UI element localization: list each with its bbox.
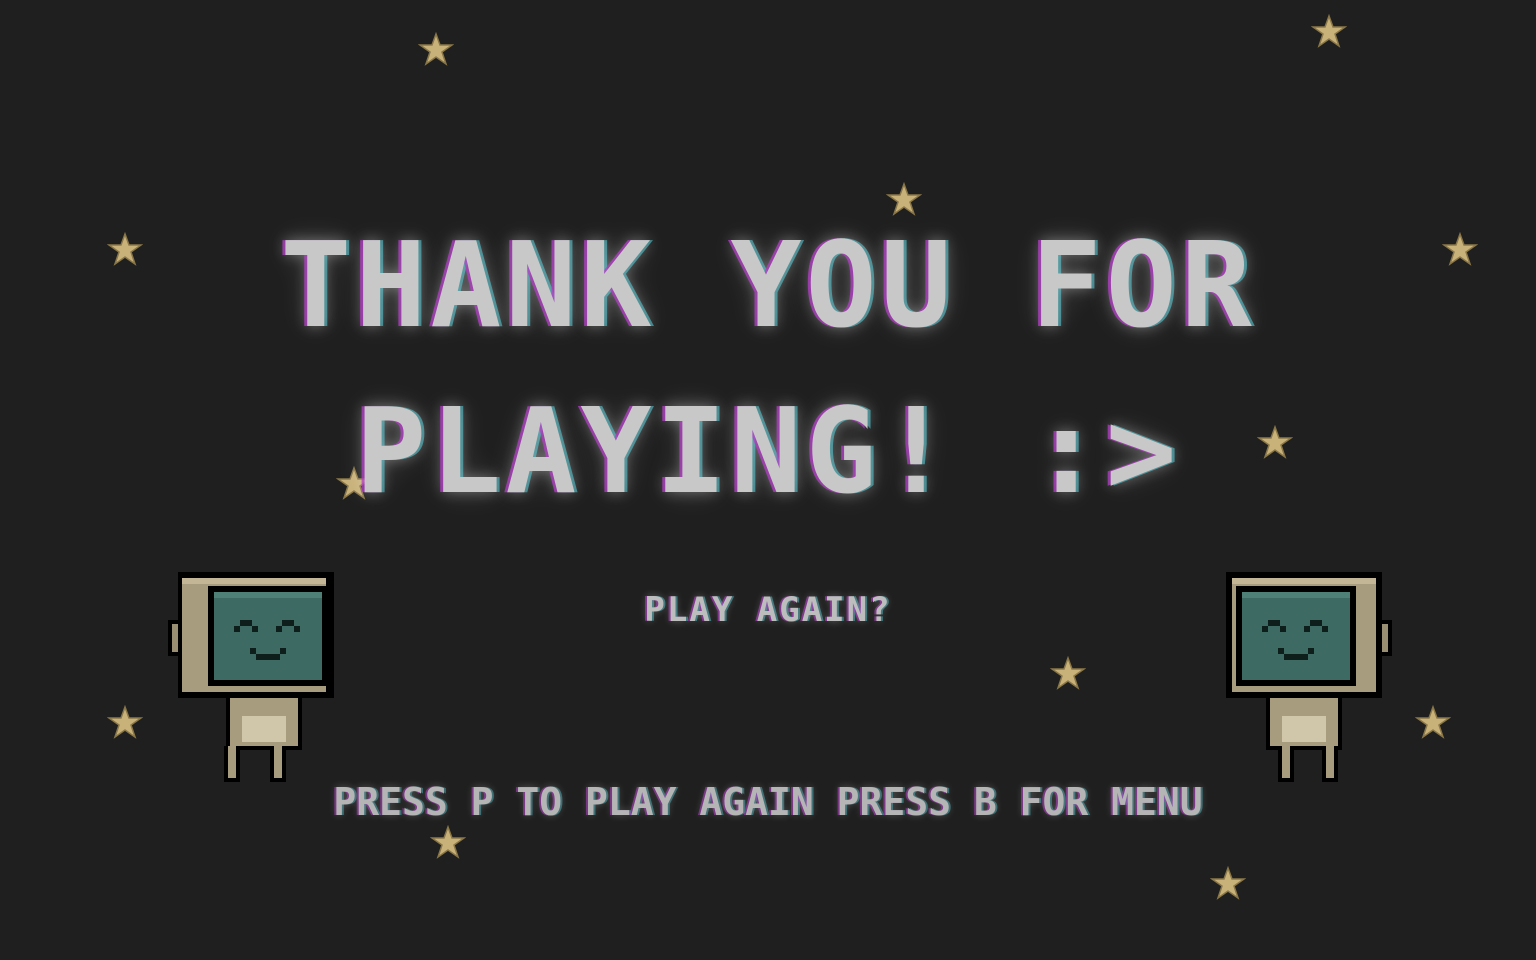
star-icon	[430, 825, 466, 859]
robot-mascot-icon	[168, 572, 334, 782]
robot-mascot-icon	[1226, 572, 1392, 782]
star-icon	[1311, 14, 1347, 48]
game-over-screen: THANK YOU FOR PLAYING! :> PLAY AGAIN? PR…	[0, 0, 1536, 960]
star-icon	[1415, 705, 1451, 739]
controls-instructions: PRESS P TO PLAY AGAIN PRESS B FOR MENU	[333, 780, 1203, 824]
title-line-2: PLAYING! :>	[355, 382, 1181, 520]
star-icon	[418, 32, 454, 66]
star-icon	[1050, 656, 1086, 690]
star-icon	[886, 182, 922, 216]
title-line-1: THANK YOU FOR	[280, 216, 1256, 354]
star-icon	[1210, 866, 1246, 900]
star-icon	[107, 705, 143, 739]
